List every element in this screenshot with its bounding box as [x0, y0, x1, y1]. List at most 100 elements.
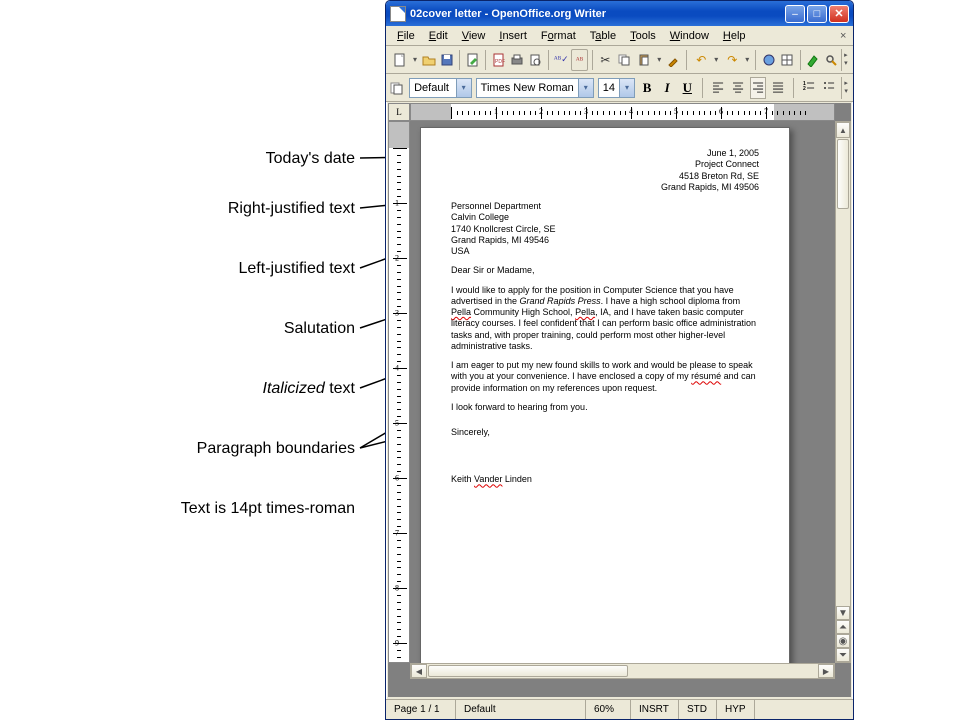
save-button[interactable]	[438, 49, 455, 71]
next-page-button[interactable]: ⏷	[836, 648, 850, 662]
prev-page-button[interactable]: ⏶	[836, 620, 850, 634]
menu-insert[interactable]: Insert	[492, 28, 534, 44]
undo-dropdown[interactable]: ▾	[712, 55, 720, 64]
letter-sender-addr1: 4518 Breton Rd, SE	[451, 171, 759, 182]
vertical-scrollbar[interactable]: ▲ ▼ ⏶ ◉ ⏷	[835, 121, 851, 663]
letter-para2: I am eager to put my new found skills to…	[451, 360, 759, 394]
letter-recipient3: 1740 Knollcrest Circle, SE	[451, 224, 759, 235]
chevron-down-icon[interactable]: ▾	[619, 79, 634, 97]
scroll-right-button[interactable]: ▶	[818, 664, 834, 678]
paste-dropdown[interactable]: ▾	[655, 55, 663, 64]
hscroll-thumb[interactable]	[428, 665, 628, 677]
status-insert[interactable]: INSRT	[631, 700, 679, 719]
menu-tools[interactable]: Tools	[623, 28, 663, 44]
paragraph-style-combo[interactable]: Default▾	[409, 78, 472, 98]
paste-button[interactable]	[633, 49, 655, 71]
align-center-button[interactable]	[730, 77, 746, 99]
horizontal-ruler[interactable]: 1234567	[410, 103, 835, 121]
bold-button[interactable]: B	[639, 77, 655, 99]
table-button[interactable]	[778, 49, 795, 71]
chevron-down-icon[interactable]: ▾	[456, 79, 471, 97]
annotation-column: Today's date Right-justified text Left-j…	[0, 0, 385, 720]
toolbar-overflow[interactable]: ▸▾	[841, 49, 850, 71]
letter-recipient5: USA	[451, 246, 759, 257]
menu-format[interactable]: Format	[534, 28, 583, 44]
status-style[interactable]: Default	[456, 700, 586, 719]
find-button[interactable]	[822, 49, 839, 71]
document-close-button[interactable]: ×	[833, 28, 849, 44]
navigation-button[interactable]: ◉	[836, 634, 850, 648]
standard-toolbar: ▾ PDF ᴬᴮ✓ ᴬᴮ ✂ ▾ ↶▾ ↷▾ ▸▾	[386, 46, 853, 74]
close-button[interactable]: ✕	[829, 5, 849, 23]
scroll-down-button[interactable]: ▼	[836, 606, 850, 620]
italic-button[interactable]: I	[659, 77, 675, 99]
menu-table[interactable]: Table	[583, 28, 623, 44]
annot-left-justified: Left-justified text	[239, 260, 356, 278]
document-text[interactable]: June 1, 2005 Project Connect 4518 Breton…	[451, 148, 759, 663]
page-preview-button[interactable]	[527, 49, 544, 71]
scroll-up-button[interactable]: ▲	[836, 122, 850, 138]
font-name-combo[interactable]: Times New Roman▾	[476, 78, 594, 98]
annot-date: Today's date	[266, 150, 355, 168]
formatbar-overflow[interactable]: ▸▾	[841, 77, 850, 99]
status-hyp[interactable]: HYP	[717, 700, 755, 719]
numbered-list-button[interactable]: 12	[801, 77, 817, 99]
scroll-left-button[interactable]: ◀	[411, 664, 427, 678]
styles-button[interactable]	[389, 77, 405, 99]
letter-sender-addr2: Grand Rapids, MI 49506	[451, 182, 759, 193]
chevron-down-icon[interactable]: ▾	[578, 79, 593, 97]
menubar: File Edit View Insert Format Table Tools…	[386, 26, 853, 46]
annot-paragraph-boundaries: Paragraph boundaries	[197, 440, 355, 458]
redo-dropdown[interactable]: ▾	[743, 55, 751, 64]
scroll-thumb[interactable]	[837, 139, 849, 209]
page-area[interactable]: June 1, 2005 Project Connect 4518 Breton…	[410, 121, 835, 663]
annot-salutation: Salutation	[284, 320, 355, 338]
format-paintbrush-button[interactable]	[664, 49, 681, 71]
align-justify-button[interactable]	[770, 77, 786, 99]
menu-window[interactable]: Window	[663, 28, 716, 44]
align-left-button[interactable]	[710, 77, 726, 99]
letter-para3: I look forward to hearing from you.	[451, 402, 759, 413]
letter-sender-name: Project Connect	[451, 159, 759, 170]
new-dropdown[interactable]: ▾	[411, 55, 419, 64]
autospell-button[interactable]: ᴬᴮ	[571, 49, 588, 71]
letter-closing: Sincerely,	[451, 427, 759, 438]
underline-button[interactable]: U	[679, 77, 695, 99]
font-size-combo[interactable]: 14▾	[598, 78, 635, 98]
letter-date: June 1, 2005	[451, 148, 759, 159]
copy-button[interactable]	[615, 49, 632, 71]
hyperlink-button[interactable]	[760, 49, 777, 71]
vertical-ruler[interactable]: 123456789	[388, 121, 410, 663]
letter-para1: I would like to apply for the position i…	[451, 285, 759, 353]
ruler-corner: L	[388, 103, 410, 121]
menu-file[interactable]: File	[390, 28, 422, 44]
align-right-button[interactable]	[750, 77, 766, 99]
annot-italicized: Italicized text	[263, 380, 355, 398]
statusbar: Page 1 / 1 Default 60% INSRT STD HYP	[386, 699, 853, 719]
status-page[interactable]: Page 1 / 1	[386, 700, 456, 719]
new-button[interactable]	[389, 49, 411, 71]
undo-button[interactable]: ↶	[690, 49, 712, 71]
redo-button[interactable]: ↷	[721, 49, 743, 71]
show-draw-button[interactable]	[804, 49, 821, 71]
status-std[interactable]: STD	[679, 700, 717, 719]
bullet-list-button[interactable]	[821, 77, 837, 99]
print-button[interactable]	[508, 49, 525, 71]
menu-help[interactable]: Help	[716, 28, 753, 44]
menu-view[interactable]: View	[455, 28, 493, 44]
export-pdf-button[interactable]: PDF	[490, 49, 507, 71]
svg-text:PDF: PDF	[495, 59, 505, 65]
maximize-button[interactable]: □	[807, 5, 827, 23]
annot-right-justified: Right-justified text	[228, 200, 355, 218]
page: June 1, 2005 Project Connect 4518 Breton…	[420, 127, 790, 663]
horizontal-scrollbar[interactable]: ◀ ▶	[410, 663, 835, 679]
open-button[interactable]	[420, 49, 437, 71]
document-area: L 1234567 123456789 June 1, 2005 Project…	[388, 103, 851, 697]
cut-button[interactable]: ✂	[597, 49, 614, 71]
spellcheck-button[interactable]: ᴬᴮ✓	[553, 49, 570, 71]
titlebar[interactable]: 02cover letter - OpenOffice.org Writer –…	[386, 1, 853, 26]
edit-doc-button[interactable]	[464, 49, 481, 71]
status-zoom[interactable]: 60%	[586, 700, 631, 719]
minimize-button[interactable]: –	[785, 5, 805, 23]
menu-edit[interactable]: Edit	[422, 28, 455, 44]
